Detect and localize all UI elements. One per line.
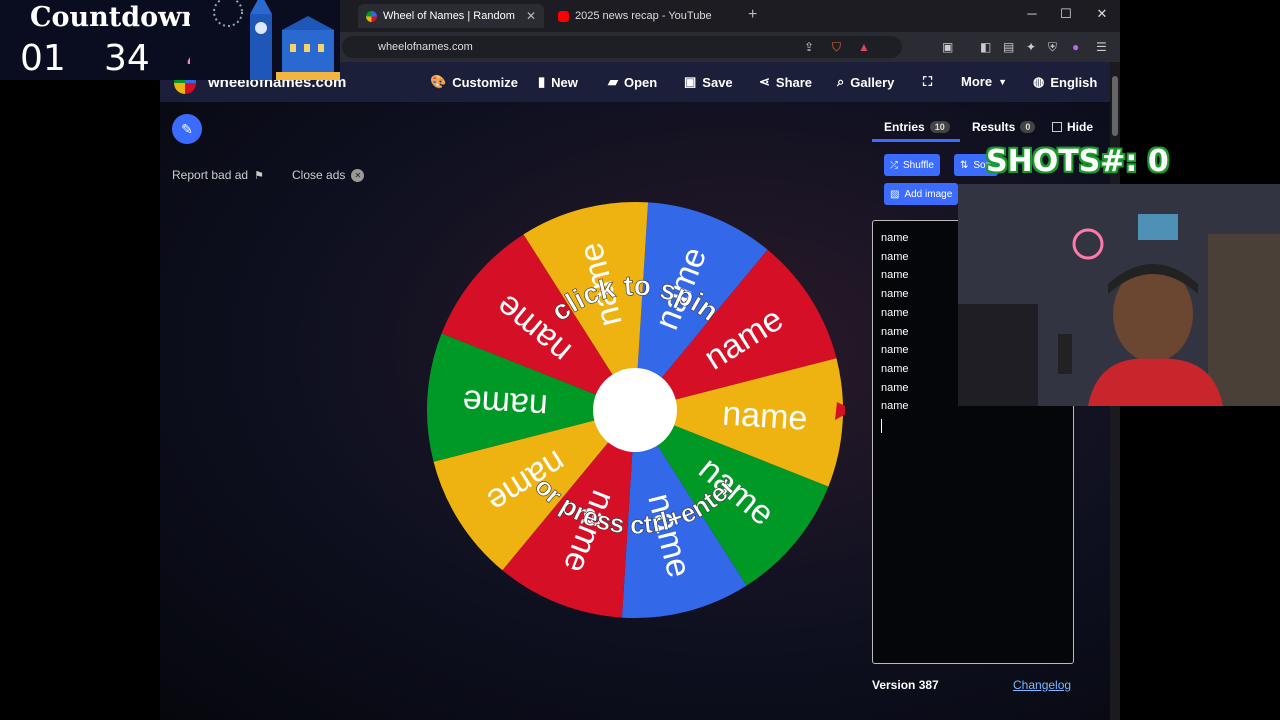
hide-checkbox[interactable]: Hide [1052, 120, 1093, 134]
ai-icon[interactable]: ✦ [1026, 40, 1036, 54]
castle-fireworks-icon [190, 0, 340, 80]
fullscreen-button[interactable]: ⛶ [923, 74, 938, 90]
rewards-icon[interactable]: ▲ [858, 40, 870, 54]
spin-wheel[interactable]: namenamenamenamenamenamenamenamenamename… [425, 200, 845, 620]
sidebar-icon[interactable]: ◧ [980, 40, 991, 54]
nav-save[interactable]: ▣ Save [684, 74, 733, 90]
profile-icon[interactable]: ● [1072, 40, 1079, 54]
share-icon: ⋖ [759, 74, 770, 89]
fullscreen-icon: ⛶ [923, 74, 933, 89]
tab-label: 2025 news recap - YouTube [575, 10, 712, 22]
maximize-button[interactable]: ☐ [1056, 6, 1076, 22]
brave-shield-icon[interactable]: ⛉ [832, 40, 841, 55]
close-icon[interactable]: ✕ [526, 9, 536, 23]
url-input[interactable]: wheelofnames.com [342, 36, 902, 58]
shuffle-icon: ⤮ [890, 159, 898, 171]
vpn-icon[interactable]: ⛨ [1048, 40, 1057, 55]
webcam-feed [958, 184, 1280, 406]
wheel-center[interactable] [593, 368, 677, 452]
version-label: Version 387 [872, 678, 939, 692]
youtube-favicon-icon [558, 10, 569, 22]
chevron-down-icon: ▼ [998, 76, 1007, 87]
tab-results[interactable]: Results 0 [972, 120, 1036, 134]
scrollbar-thumb[interactable] [1112, 76, 1118, 136]
save-icon: ▣ [684, 74, 697, 89]
new-tab-button[interactable]: + [748, 6, 757, 24]
wheel-favicon-icon [366, 10, 377, 22]
image-icon: ▨ [890, 188, 900, 200]
nav-share[interactable]: ⋖ Share [759, 74, 812, 90]
wheel-segment-label: name [461, 382, 548, 425]
countdown-overlay: Countdown 01 34 46 [0, 0, 340, 80]
nav-gallery[interactable]: ⌕ Gallery [837, 74, 894, 90]
nav-open[interactable]: ▰ Open [608, 74, 657, 90]
tab-entries[interactable]: Entries 10 [884, 120, 950, 134]
menu-icon[interactable]: ☰ [1096, 40, 1107, 54]
panel-tabs: Entries 10 Results 0 Hide [872, 110, 1108, 142]
report-bad-ad-link[interactable]: Report bad ad ⚑ [172, 168, 264, 182]
flag-icon: ⚑ [254, 169, 264, 182]
search-icon: ⌕ [837, 74, 845, 89]
add-image-button[interactable]: ▨ Add image [884, 183, 959, 205]
reader-icon[interactable]: ▣ [942, 40, 953, 54]
share-page-icon[interactable]: ⇪ [804, 40, 814, 54]
close-circle-icon: ✕ [351, 168, 365, 182]
entries-count-badge: 10 [929, 121, 950, 133]
nav-new[interactable]: ▮ New [538, 74, 578, 90]
nav-customize[interactable]: 🎨 Customize [430, 74, 518, 90]
pencil-icon: ✎ [181, 120, 193, 137]
edit-title-button[interactable]: ✎ [172, 114, 202, 144]
window-close-button[interactable]: ✕ [1092, 6, 1112, 22]
text-cursor [881, 419, 882, 434]
folder-icon: ▰ [608, 74, 618, 89]
close-ads-link[interactable]: Close ads ✕ [292, 168, 365, 182]
shots-counter: SHOTS#: 0 [986, 144, 1169, 179]
nav-more[interactable]: More ▼ [961, 74, 1007, 89]
tab-label: Wheel of Names | Random nam [383, 10, 518, 22]
results-count-badge: 0 [1020, 121, 1036, 133]
wheel-segment-label: name [721, 395, 808, 438]
minimize-button[interactable]: ─ [1022, 6, 1042, 21]
shuffle-button[interactable]: ⤮ Shuffle [884, 154, 940, 176]
tab-wheel-of-names[interactable]: Wheel of Names | Random nam ✕ [358, 4, 544, 28]
countdown-minutes: 34 [104, 38, 150, 79]
globe-icon: ◍ [1033, 74, 1045, 89]
palette-icon: 🎨 [430, 74, 447, 89]
file-icon: ▮ [538, 74, 546, 89]
checkbox-icon [1052, 122, 1062, 132]
wallet-icon[interactable]: ▤ [1003, 40, 1014, 54]
sort-icon: ⇅ [960, 159, 969, 171]
tab-youtube[interactable]: 2025 news recap - YouTube [550, 4, 740, 28]
changelog-link[interactable]: Changelog [1013, 678, 1071, 692]
nav-language[interactable]: ◍ English [1033, 74, 1097, 90]
active-tab-indicator [872, 139, 960, 142]
countdown-hours: 01 [20, 38, 66, 79]
countdown-title: Countdown [30, 2, 201, 33]
